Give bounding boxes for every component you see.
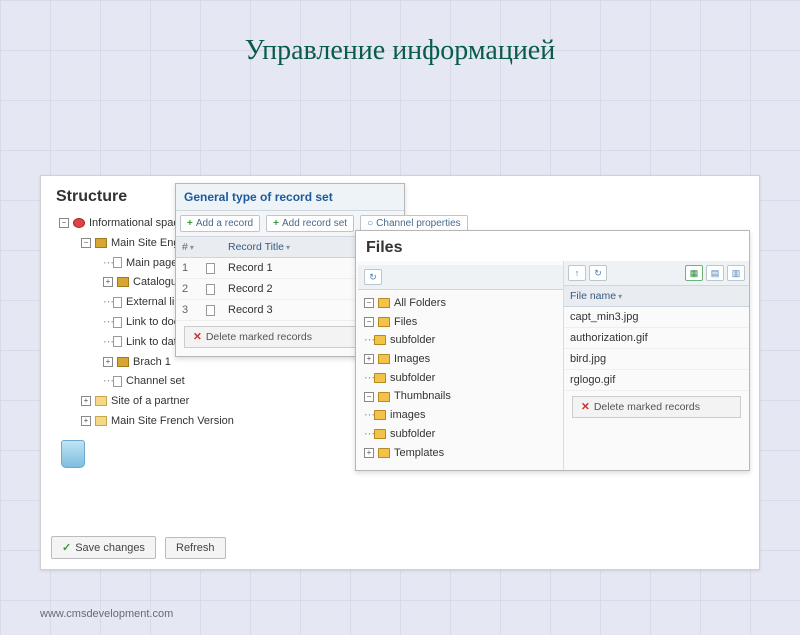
add-record-button[interactable]: +Add a record bbox=[180, 215, 260, 232]
file-row[interactable]: authorization.gif bbox=[564, 328, 749, 349]
page-icon bbox=[113, 336, 122, 347]
download-icon[interactable]: ↻ bbox=[589, 265, 607, 281]
folder-item[interactable]: ⋯subfolder bbox=[364, 425, 559, 444]
file-row[interactable]: capt_min3.jpg bbox=[564, 307, 749, 328]
files-tree-column: ↻ −All Folders−Files⋯subfolder+Images⋯su… bbox=[356, 261, 564, 470]
refresh-button[interactable]: Refresh bbox=[165, 537, 226, 559]
folder-icon bbox=[374, 410, 386, 420]
files-tree-refresh-icon[interactable]: ↻ bbox=[364, 269, 382, 285]
folder-icon bbox=[374, 373, 386, 383]
yellow-icon bbox=[117, 277, 129, 287]
page-icon bbox=[113, 297, 122, 308]
page-icon bbox=[113, 317, 122, 328]
upload-icon[interactable]: ↑ bbox=[568, 265, 586, 281]
folder-icon bbox=[374, 335, 386, 345]
slide-title: Управление информацией bbox=[0, 35, 800, 67]
folder-icon bbox=[378, 317, 390, 327]
folder-item[interactable]: −Thumbnails bbox=[364, 387, 559, 406]
files-heading: Files bbox=[356, 231, 749, 261]
structure-button-row: ✓Save changes Refresh bbox=[51, 536, 232, 559]
page-icon bbox=[206, 305, 215, 316]
folder-item[interactable]: −Files bbox=[364, 313, 559, 332]
folder-icon bbox=[378, 354, 390, 364]
page-icon bbox=[113, 376, 122, 387]
files-list-column: ↑ ↻ ▦ ▤ ▥ File name▾ capt_min3.jpgauthor… bbox=[564, 261, 749, 470]
page-icon bbox=[206, 284, 215, 295]
folder-item[interactable]: ⋯subfolder bbox=[364, 331, 559, 350]
yellow-icon bbox=[95, 238, 107, 248]
files-panel: Files ↻ −All Folders−Files⋯subfolder+Ima… bbox=[355, 230, 750, 471]
folder-icon bbox=[378, 392, 390, 402]
recycle-bin-icon[interactable] bbox=[61, 440, 85, 468]
folder-item[interactable]: −All Folders bbox=[364, 294, 559, 313]
add-record-set-button[interactable]: +Add record set bbox=[266, 215, 354, 232]
folder-icon bbox=[374, 429, 386, 439]
view-list-icon[interactable]: ▤ bbox=[706, 265, 724, 281]
page-icon bbox=[113, 257, 122, 268]
save-changes-button[interactable]: ✓Save changes bbox=[51, 536, 156, 559]
folder-item[interactable]: +Templates bbox=[364, 444, 559, 463]
folder-icon bbox=[378, 448, 390, 458]
view-thumb-icon[interactable]: ▦ bbox=[685, 265, 703, 281]
files-list-toolbar: ↑ ↻ ▦ ▤ ▥ bbox=[564, 261, 749, 286]
folder-item[interactable]: ⋯images bbox=[364, 406, 559, 425]
page-icon bbox=[206, 263, 215, 274]
lyellow-icon bbox=[95, 396, 107, 406]
file-row[interactable]: bird.jpg bbox=[564, 349, 749, 370]
file-row[interactable]: rglogo.gif bbox=[564, 370, 749, 391]
lyellow-icon bbox=[95, 416, 107, 426]
folder-icon bbox=[378, 298, 390, 308]
folder-item[interactable]: +Images bbox=[364, 350, 559, 369]
files-grid-header: File name▾ bbox=[564, 286, 749, 307]
yellow-icon bbox=[117, 357, 129, 367]
world-icon bbox=[73, 218, 85, 228]
view-detail-icon[interactable]: ▥ bbox=[727, 265, 745, 281]
delete-files-button[interactable]: ✕Delete marked records bbox=[572, 396, 741, 418]
footer-url: www.cmsdevelopment.com bbox=[40, 608, 173, 620]
folder-item[interactable]: ⋯subfolder bbox=[364, 369, 559, 388]
records-panel-title: General type of record set bbox=[176, 184, 404, 211]
